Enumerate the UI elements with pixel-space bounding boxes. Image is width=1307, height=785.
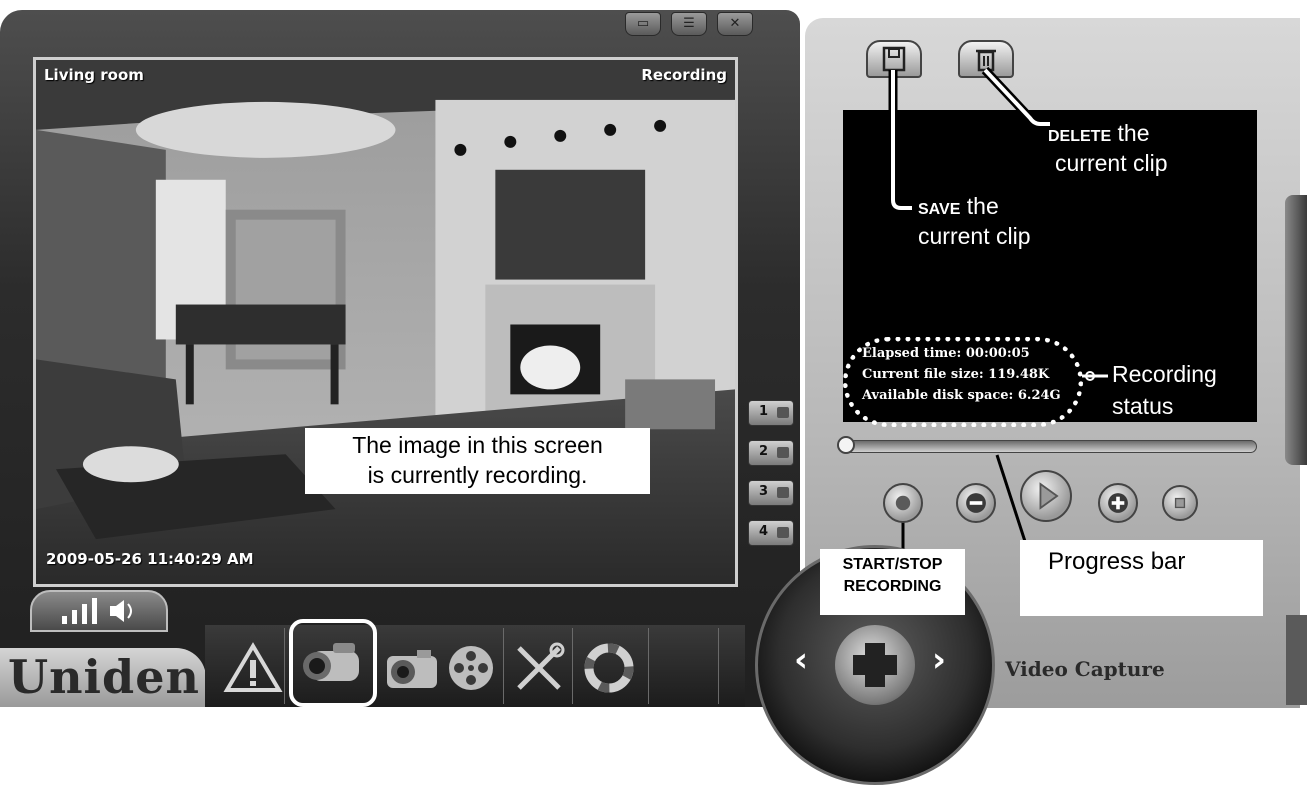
zoom-out-button[interactable] bbox=[956, 483, 996, 523]
available-disk-space: Available disk space: 6.24G bbox=[862, 388, 1061, 403]
joystick-center-button[interactable] bbox=[835, 625, 915, 705]
delete-annotation-line2: current clip bbox=[1055, 150, 1168, 176]
stop-button[interactable] bbox=[1162, 485, 1198, 521]
delete-annotation-rest: the bbox=[1117, 120, 1150, 146]
plus-icon bbox=[853, 643, 897, 687]
save-annotation-line2: current clip bbox=[918, 223, 1031, 249]
delete-annotation: DELETE the bbox=[1048, 119, 1150, 151]
pan-right-icon[interactable]: › bbox=[932, 640, 946, 680]
record-icon bbox=[895, 495, 911, 511]
progress-handle[interactable] bbox=[837, 436, 855, 454]
minus-icon bbox=[966, 493, 986, 513]
progress-bar[interactable] bbox=[843, 440, 1257, 453]
play-icon bbox=[1039, 482, 1059, 510]
app-window: ▭ ☰ ✕ Living room Recording 2009-05-26 1… bbox=[0, 0, 1307, 785]
zoom-in-button[interactable] bbox=[1098, 483, 1138, 523]
save-annotation-rest: the bbox=[966, 193, 999, 219]
panel-title: Video Capture bbox=[1005, 657, 1165, 681]
save-annotation-bold: SAVE bbox=[918, 201, 961, 218]
play-button[interactable] bbox=[1020, 470, 1072, 522]
record-button[interactable] bbox=[883, 483, 923, 523]
pan-left-icon[interactable]: ‹ bbox=[794, 640, 808, 680]
stop-icon bbox=[1174, 497, 1186, 509]
delete-annotation-bold: DELETE bbox=[1048, 128, 1112, 145]
startstop-callout-line1: START/STOP bbox=[842, 556, 943, 573]
recording-status-label: Recording bbox=[1112, 361, 1217, 387]
save-annotation: SAVE the bbox=[918, 192, 999, 224]
plus-icon bbox=[1108, 493, 1128, 513]
elapsed-time: Elapsed time: 00:00:05 bbox=[862, 346, 1030, 361]
startstop-callout: START/STOP RECORDING bbox=[820, 549, 965, 615]
current-file-size: Current file size: 119.48K bbox=[862, 367, 1050, 382]
startstop-callout-line2: RECORDING bbox=[843, 578, 942, 595]
progress-callout-label: Progress bar bbox=[1048, 548, 1186, 575]
recording-status-label-line2: status bbox=[1112, 393, 1174, 419]
